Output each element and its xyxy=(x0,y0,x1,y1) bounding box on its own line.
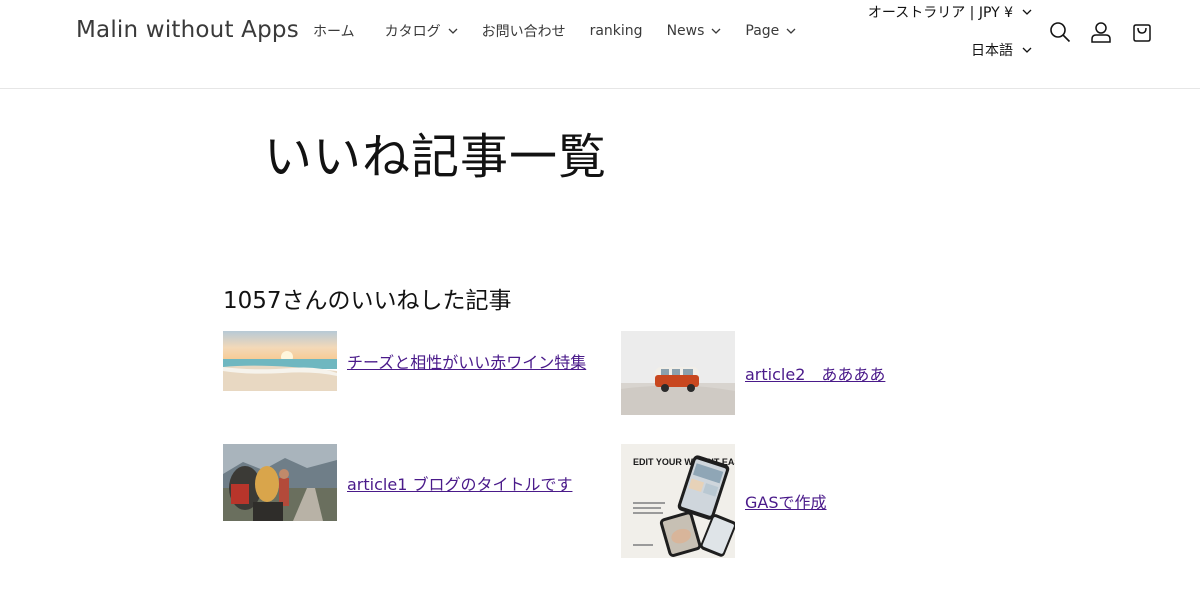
account-icon xyxy=(1091,22,1111,43)
nav-item-home[interactable]: ホーム xyxy=(313,21,355,41)
article-link[interactable]: article2 ああああ xyxy=(745,361,885,385)
nav-item-news[interactable]: News xyxy=(667,21,722,41)
country-label: オーストラリア | JPY ¥ xyxy=(867,5,1013,21)
article-link[interactable]: チーズと相性がいい赤ワイン特集 xyxy=(347,349,586,373)
site-header: Malin without Apps ホーム カタログ お問い合わせ ranki… xyxy=(0,0,1200,89)
nav-item-label: ホーム xyxy=(313,24,355,40)
article-item: article1 ブログのタイトルです xyxy=(223,444,572,521)
chevron-down-icon xyxy=(448,26,458,36)
page-title: いいね記事一覧 xyxy=(264,129,608,185)
nav-item-label: News xyxy=(666,23,705,39)
chevron-down-icon xyxy=(786,26,796,36)
article-item: EDIT YOUR WEBSIT EASYOU LI GAS xyxy=(621,444,827,558)
chevron-down-icon xyxy=(1022,45,1032,55)
country-selector[interactable]: オーストラリア | JPY ¥ xyxy=(868,2,1032,22)
article-link[interactable]: article1 ブログのタイトルです xyxy=(347,471,572,495)
site-logo[interactable]: Malin without Apps xyxy=(76,17,299,43)
chevron-down-icon xyxy=(711,26,721,36)
main-nav: ホーム カタログ お問い合わせ ranking News Page xyxy=(313,21,820,41)
cart-icon xyxy=(1133,24,1151,42)
article-thumbnail[interactable]: EDIT YOUR WEBSIT EASYOU LI xyxy=(621,444,735,558)
article-link[interactable]: GASで作成 xyxy=(745,489,827,513)
search-button[interactable] xyxy=(1048,20,1072,44)
nav-item-label: カタログ xyxy=(384,24,441,40)
nav-item-catalog[interactable]: カタログ xyxy=(385,21,458,41)
nav-item-label: Page xyxy=(745,23,780,39)
nav-item-contact[interactable]: お問い合わせ xyxy=(482,21,566,41)
search-icon xyxy=(1050,22,1071,43)
nav-item-page[interactable]: Page xyxy=(745,21,796,41)
nav-item-label: ranking xyxy=(589,23,643,39)
nav-item-ranking[interactable]: ranking xyxy=(590,21,643,41)
article-item: チーズと相性がいい赤ワイン特集 xyxy=(223,331,586,391)
account-button[interactable] xyxy=(1089,20,1113,44)
article-thumbnail[interactable] xyxy=(621,331,735,415)
article-item: article2 ああああ xyxy=(621,331,885,415)
article-thumbnail[interactable] xyxy=(223,444,337,521)
article-thumbnail[interactable] xyxy=(223,331,337,391)
cart-button[interactable] xyxy=(1130,20,1154,44)
language-label: 日本語 xyxy=(971,43,1013,59)
language-selector[interactable]: 日本語 xyxy=(971,40,1032,60)
nav-item-label: お問い合わせ xyxy=(481,24,566,40)
chevron-down-icon xyxy=(1022,7,1032,17)
section-title: 1057さんのいいねした記事 xyxy=(223,288,512,314)
